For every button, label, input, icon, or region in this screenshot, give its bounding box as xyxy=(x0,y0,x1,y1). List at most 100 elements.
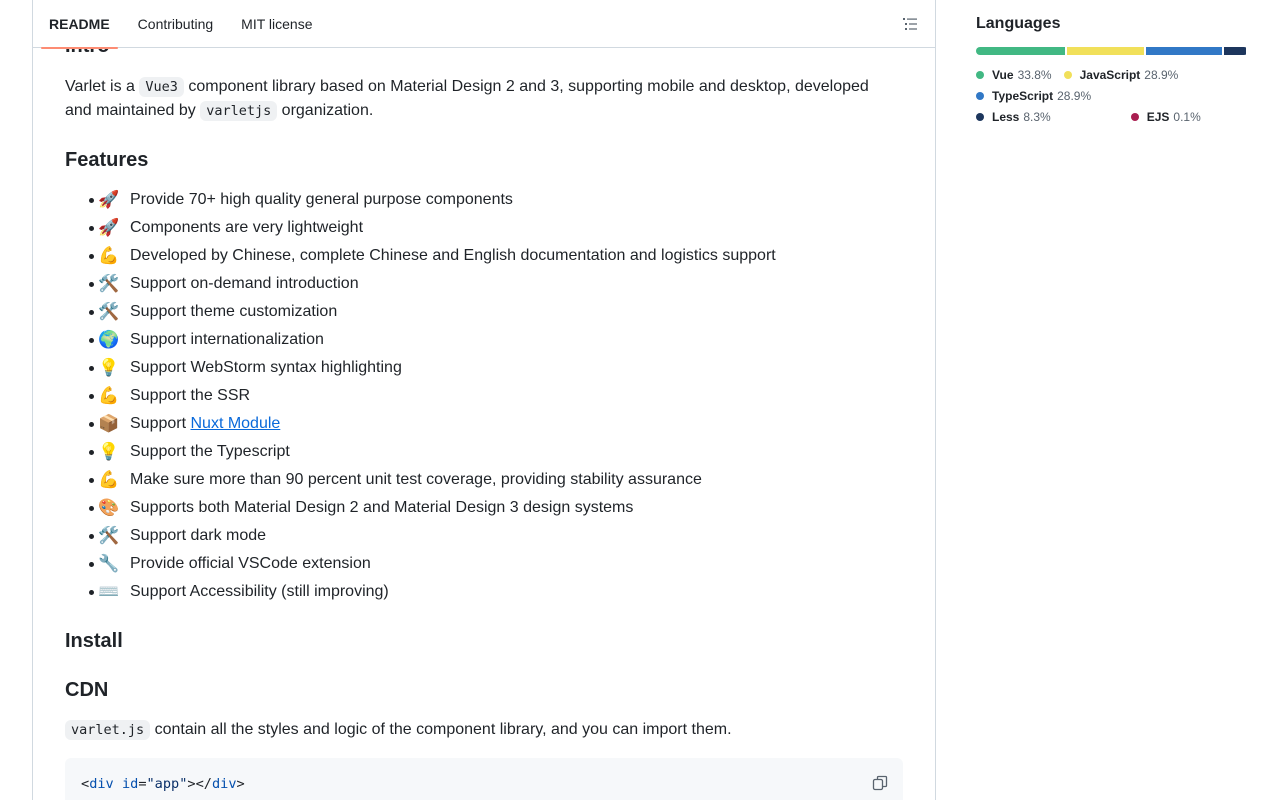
list-outline-icon xyxy=(903,18,917,30)
language-dot-icon xyxy=(1130,112,1139,121)
language-dot-icon xyxy=(976,112,984,121)
language-dot-icon xyxy=(976,91,984,100)
features-list: 🚀 Provide 70+ high quality general purpos… xyxy=(65,186,905,606)
feature-item: 🔧 Provide official VSCode extension xyxy=(65,550,905,578)
code-varlet-js: varlet.js xyxy=(65,720,151,740)
feature-emoji-icon: 💪 xyxy=(98,470,120,489)
code-token: > xyxy=(236,776,245,792)
readme-tabbar: README Contributing MIT license xyxy=(33,0,935,49)
feature-text: Support the SSR xyxy=(130,387,251,404)
feature-emoji-icon: 🌍 xyxy=(98,330,120,349)
intro-paragraph: Varlet is a Vue3 component library based… xyxy=(65,75,905,123)
tab-readme[interactable]: README xyxy=(41,0,118,49)
feature-item: 📦 Support Nuxt Module xyxy=(65,410,905,438)
readme-panel: README Contributing MIT license Intro Va… xyxy=(32,0,936,800)
code-block: <div id="app"></div> xyxy=(65,758,903,800)
feature-text: Make sure more than 90 percent unit test… xyxy=(130,471,702,488)
feature-emoji-icon: 🔧 xyxy=(98,554,120,573)
feature-item: ⌨️ Support Accessibility (still improving… xyxy=(65,578,905,606)
language-percent: 28.9% xyxy=(1057,88,1092,103)
feature-item: 💡 Support the Typescript xyxy=(65,438,905,466)
code-token: ></ xyxy=(187,776,212,792)
feature-emoji-icon: 🛠️ xyxy=(98,526,120,545)
feature-text: Developed by Chinese, complete Chinese a… xyxy=(130,247,776,264)
copy-icon xyxy=(872,775,888,791)
code-token: div xyxy=(89,776,114,792)
intro-text: organization. xyxy=(277,102,374,119)
feature-text: Support WebStorm syntax highlighting xyxy=(130,359,402,376)
feature-emoji-icon: 💡 xyxy=(98,358,120,377)
cdn-paragraph: varlet.js contain all the styles and log… xyxy=(65,718,905,742)
language-name: JavaScript xyxy=(1079,67,1141,82)
feature-text: Support xyxy=(130,415,191,432)
language-name: Vue xyxy=(992,67,1014,82)
feature-emoji-icon: 🚀 xyxy=(98,218,120,237)
feature-text: Components are very lightweight xyxy=(130,219,364,236)
language-bar-segment xyxy=(976,47,1066,55)
language-item-less[interactable]: Less 8.3% xyxy=(976,106,1051,127)
feature-text: Support on-demand introduction xyxy=(130,275,359,292)
languages-bar xyxy=(976,47,1248,55)
code-token: div xyxy=(211,776,237,792)
feature-emoji-icon: 💪 xyxy=(98,386,120,405)
intro-text: and maintained by xyxy=(65,102,201,119)
feature-emoji-icon: 📦 xyxy=(98,414,120,433)
nuxt-module-link[interactable]: Nuxt Module xyxy=(190,410,280,438)
language-item-ejs[interactable]: EJS 0.1% xyxy=(1130,106,1201,127)
language-bar-segment xyxy=(1067,47,1144,55)
code-token: < xyxy=(81,776,90,792)
language-percent: 33.8% xyxy=(1017,67,1052,82)
intro-text: component library based on Material Desi… xyxy=(183,78,869,95)
language-percent: 8.3% xyxy=(1023,109,1051,124)
feature-emoji-icon: ⌨️ xyxy=(98,582,120,601)
language-item-javascript[interactable]: JavaScript 28.9% xyxy=(1063,64,1179,85)
feature-text: Support dark mode xyxy=(130,527,267,544)
code-vue3: Vue3 xyxy=(139,77,184,97)
intro-text: Varlet is a xyxy=(65,78,140,95)
outline-button[interactable] xyxy=(899,13,921,35)
feature-item: 💪 Make sure more than 90 percent unit tes… xyxy=(65,466,905,494)
language-percent: 0.1% xyxy=(1173,109,1201,124)
feature-emoji-icon: 🎨 xyxy=(98,498,120,517)
feature-item: 🚀 Components are very lightweight xyxy=(65,214,905,242)
tab-contributing[interactable]: Contributing xyxy=(130,0,222,48)
feature-text: Support the Typescript xyxy=(130,443,290,460)
feature-text: Provide official VSCode extension xyxy=(130,555,371,572)
feature-item: 🛠️ Support dark mode xyxy=(65,522,905,550)
tab-mit-license[interactable]: MIT license xyxy=(233,0,320,48)
features-heading: Features xyxy=(65,149,149,171)
language-name: TypeScript xyxy=(992,88,1054,103)
feature-text: Support Accessibility (still improving) xyxy=(130,583,389,600)
language-percent: 28.9% xyxy=(1144,67,1179,82)
feature-emoji-icon: 💡 xyxy=(98,442,120,461)
feature-item: 💪 Developed by Chinese, complete Chinese … xyxy=(65,242,905,270)
feature-item: 💡 Support WebStorm syntax highlighting xyxy=(65,354,905,382)
language-name: Less xyxy=(992,109,1020,124)
feature-text: Provide 70+ high quality general purpose… xyxy=(130,191,513,208)
language-dot-icon xyxy=(1063,70,1072,79)
feature-emoji-icon: 🛠️ xyxy=(98,274,120,293)
language-item-typescript[interactable]: TypeScript 28.9% xyxy=(976,85,1091,106)
copy-button[interactable] xyxy=(865,768,895,798)
cdn-heading: CDN xyxy=(65,679,109,701)
cdn-text: contain all the styles and logic of the … xyxy=(150,721,732,738)
feature-emoji-icon: 🛠️ xyxy=(98,302,120,321)
feature-text: Support internationalization xyxy=(130,331,324,348)
languages-list: Vue 33.8% JavaScript 28.9% TypeScript 28.9% Le… xyxy=(976,64,1248,127)
feature-item: 💪 Support the SSR xyxy=(65,382,905,410)
code-line: <div id="app"></div> xyxy=(81,774,887,794)
feature-item: 🛠️ Support theme customization xyxy=(65,298,905,326)
feature-item: 🚀 Provide 70+ high quality general purpos… xyxy=(65,186,905,214)
code-token: "app" xyxy=(146,776,188,792)
language-item-vue[interactable]: Vue 33.8% xyxy=(976,64,1052,85)
feature-item: 🌍 Support internationalization xyxy=(65,326,905,354)
feature-emoji-icon: 💪 xyxy=(98,246,120,265)
feature-item: 🎨 Supports both Material Design 2 and Mat… xyxy=(65,494,905,522)
code-varletjs: varletjs xyxy=(200,101,278,121)
language-bar-segment xyxy=(1223,47,1246,55)
feature-text: Support theme customization xyxy=(130,303,338,320)
language-name: EJS xyxy=(1146,109,1170,124)
install-heading: Install xyxy=(65,630,123,652)
feature-item: 🛠️ Support on-demand introduction xyxy=(65,270,905,298)
